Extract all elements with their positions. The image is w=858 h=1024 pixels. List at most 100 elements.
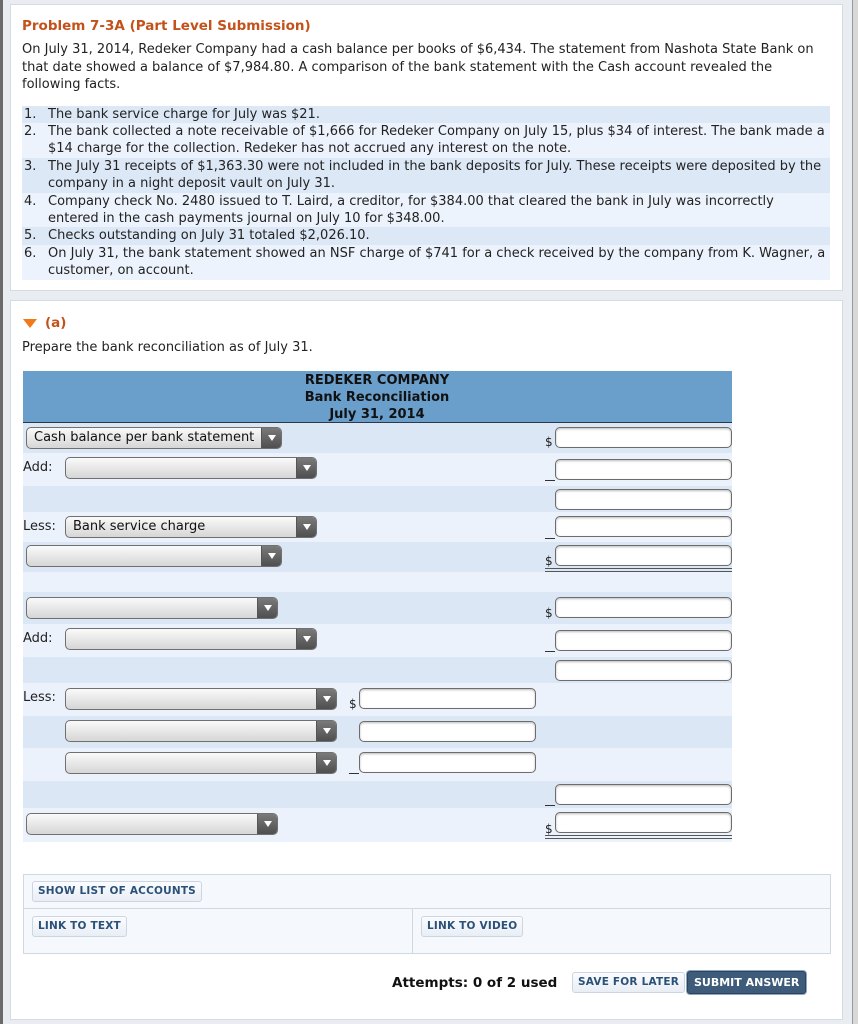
fact-text: Company check No. 2480 issued to T. Lair… [48,193,774,226]
underline [545,538,555,539]
books-less-select-2[interactable] [65,720,337,742]
dollar-sign: $ [349,697,357,711]
books-less-amount-input-3[interactable] [359,752,536,773]
dollar-sign: $ [545,822,553,836]
fact-item: 1. The bank service charge for July was $… [22,105,830,123]
books-add-amount-input[interactable] [555,630,732,651]
form-row [23,716,732,748]
books-less-total-input[interactable] [555,784,732,805]
fact-number: 6. [24,245,37,261]
button-row: SHOW LIST OF ACCOUNTS [24,875,830,909]
show-list-of-accounts-button[interactable]: SHOW LIST OF ACCOUNTS [32,881,202,902]
fact-item: 3. The July 31 receipts of $1,363.30 were… [22,157,830,193]
dropdown-arrow-icon [257,598,277,618]
books-add-select[interactable] [65,628,317,650]
bank-add-select[interactable] [65,457,317,479]
dropdown-arrow-icon [261,428,281,448]
instruction: Prepare the bank reconciliation as of Ju… [22,340,313,355]
fact-number: 3. [24,158,37,174]
part-label: (a) [45,315,67,331]
submit-answer-button[interactable]: SUBMIT ANSWER [687,971,807,994]
fact-item: 2. The bank collected a note receivable o… [22,122,830,158]
bank-less-select[interactable]: Bank service charge [65,516,317,538]
problem-intro: On July 31, 2014, Redeker Company had a … [22,42,814,92]
dollar-sign: $ [545,606,553,620]
fact-number: 1. [24,106,37,122]
link-to-text-button[interactable]: LINK TO TEXT [32,916,127,937]
form-row [23,748,732,781]
add-label: Add: [23,631,53,646]
form-row [23,781,732,808]
bank-add-amount-input[interactable] [555,459,732,480]
underline [545,805,555,806]
header-text: REDEKER COMPANY Bank Reconciliation July… [292,372,462,423]
bank-start-select[interactable]: Cash balance per bank statement [26,427,282,449]
bank-start-amount-input[interactable] [555,427,732,448]
fact-item: 6. On July 31, the bank statement showed … [22,244,830,280]
underline [349,773,359,774]
fact-number: 2. [24,123,37,139]
underline [545,480,555,481]
form-row: Less: $ [23,683,732,716]
button-row: LINK TO TEXT LINK TO VIDEO [24,909,830,953]
part-a-panel: (a) Prepare the bank reconciliation as o… [10,300,843,1020]
bank-total-amount-input[interactable] [555,545,732,566]
dropdown-arrow-icon [261,546,281,566]
form-row [23,486,732,512]
books-start-amount-input[interactable] [555,597,732,618]
resource-button-bar: SHOW LIST OF ACCOUNTS LINK TO TEXT LINK … [23,874,831,954]
bank-total-select[interactable] [26,545,282,567]
form-row: Less: Bank service charge [23,512,732,542]
reconciliation-form: REDEKER COMPANY Bank Reconciliation July… [23,371,732,842]
fact-text: The July 31 receipts of $1,363.30 were n… [48,158,822,192]
save-for-later-button[interactable]: SAVE FOR LATER [572,972,685,993]
fact-text: The bank collected a note receivable of … [48,123,825,157]
problem-panel: Problem 7-3A (Part Level Submission) On … [10,4,843,291]
less-label: Less: [23,519,56,534]
part-a-toggle[interactable]: (a) [22,313,830,333]
form-row [23,657,732,683]
window-edge [0,0,3,1024]
add-label: Add: [23,460,53,475]
fact-number: 5. [24,228,37,244]
books-less-amount-input-2[interactable] [359,721,536,742]
form-row: $ [23,592,732,624]
dropdown-arrow-icon [296,629,316,649]
attempts-counter: Attempts: 0 of 2 used [392,975,558,991]
underline [545,651,555,652]
company-name: REDEKER COMPANY [304,373,450,388]
form-row: Cash balance per bank statement $ [23,423,732,453]
bank-add-subtotal-input[interactable] [555,489,732,510]
problem-title: Problem 7-3A (Part Level Submission) [22,18,311,34]
select-value: Cash balance per bank statement [34,430,255,445]
books-less-select-1[interactable] [65,688,337,710]
books-add-subtotal-input[interactable] [555,660,732,681]
form-row: Add: [23,624,732,657]
less-label: Less: [23,690,56,705]
link-to-video-button[interactable]: LINK TO VIDEO [421,916,524,937]
fact-number: 4. [24,193,37,209]
dropdown-arrow-icon [316,721,336,741]
books-total-select[interactable] [26,813,278,835]
books-less-select-3[interactable] [65,752,337,774]
spacer-row [23,572,732,592]
reconciliation-header: REDEKER COMPANY Bank Reconciliation July… [23,371,732,423]
fact-item: 5. Checks outstanding on July 31 totaled … [22,227,830,245]
double-underline [545,835,732,839]
books-less-amount-input-1[interactable] [359,688,536,709]
collapse-triangle-icon [23,318,37,328]
fact-item: 4. Company check No. 2480 issued to T. La… [22,192,830,228]
books-total-amount-input[interactable] [555,812,732,833]
facts-list: 1. The bank service charge for July was $… [22,105,830,280]
form-row: Add: [23,453,732,486]
dropdown-arrow-icon [296,458,316,478]
fact-text: Checks outstanding on July 31 totaled $2… [48,228,370,244]
dropdown-arrow-icon [316,689,336,709]
fact-text: On July 31, the bank statement showed an… [48,245,826,279]
scrollbar[interactable] [852,0,858,1024]
books-start-select[interactable] [26,597,278,619]
bank-less-amount-input[interactable] [555,516,732,537]
statement-name: Bank Reconciliation [304,390,450,405]
fact-text: The bank service charge for July was $21… [48,106,320,122]
statement-date: July 31, 2014 [329,407,425,422]
